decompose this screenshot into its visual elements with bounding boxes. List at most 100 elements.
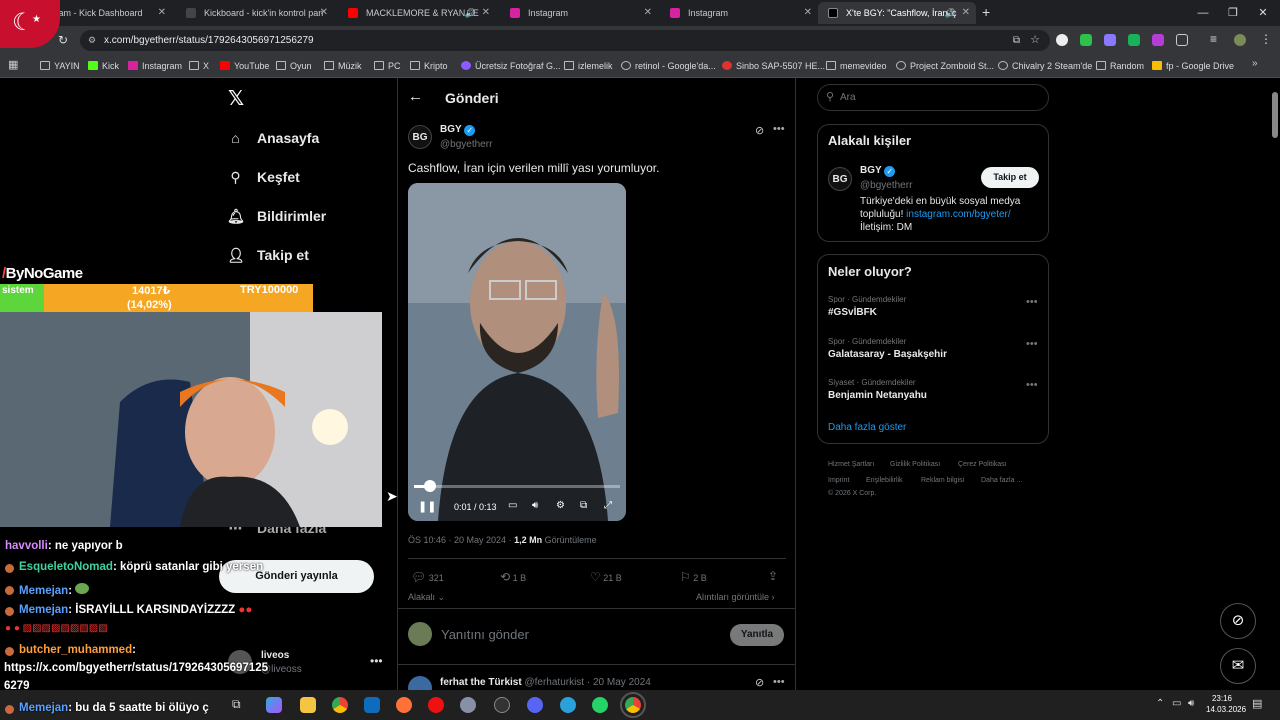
close-icon[interactable]: ✕ bbox=[962, 2, 970, 24]
relevant-name[interactable]: BGY ✓ bbox=[860, 165, 896, 177]
close-icon[interactable]: ✕ bbox=[482, 2, 490, 24]
footer-privacy[interactable]: Gizlilik Politikası bbox=[890, 461, 940, 468]
address-bar[interactable]: ⚙ x.com/bgyetherr/status/1792643056971256… bbox=[80, 30, 1050, 51]
bookmark-muzik[interactable]: Müzik bbox=[324, 59, 362, 73]
restore-button[interactable]: ❐ bbox=[1218, 0, 1248, 26]
star-icon[interactable]: ☆ bbox=[1030, 30, 1040, 51]
grok-icon[interactable]: ⊘ bbox=[755, 676, 764, 689]
telegram-icon[interactable] bbox=[560, 697, 576, 713]
messages-fab-icon[interactable]: ✉ bbox=[1220, 648, 1256, 684]
bookmark-memevideo[interactable]: memevideo bbox=[826, 59, 887, 73]
speaker-icon[interactable]: 🔊 bbox=[945, 2, 956, 24]
bookmark-retinol[interactable]: retinol - Google'da... bbox=[621, 59, 716, 73]
minimize-button[interactable]: — bbox=[1188, 0, 1218, 26]
footer-cookies[interactable]: Çerez Politikası bbox=[958, 461, 1007, 468]
search-input[interactable]: Ara bbox=[840, 92, 856, 103]
bookmark-x[interactable]: X bbox=[189, 59, 209, 73]
mail-icon[interactable] bbox=[364, 697, 380, 713]
bookmark-random[interactable]: Random bbox=[1096, 59, 1144, 73]
footer-accessibility[interactable]: Erişilebilirlik bbox=[866, 477, 903, 484]
page-scrollbar[interactable] bbox=[1272, 92, 1278, 138]
grok-icon[interactable]: ⊘ bbox=[755, 124, 764, 137]
network-icon[interactable]: ▭ bbox=[1172, 698, 1181, 709]
bio-link[interactable]: instagram.com/bgyeter/ bbox=[906, 209, 1011, 220]
chrome-icon[interactable] bbox=[332, 697, 348, 713]
shield-icon[interactable] bbox=[1128, 34, 1140, 46]
captions-icon[interactable]: ▭ bbox=[508, 500, 517, 511]
sort-dropdown[interactable]: Alakalı ⌄ bbox=[408, 592, 445, 603]
nav-explore[interactable]: ⚲ Keşfet bbox=[227, 169, 299, 186]
bookmark-instagram[interactable]: Instagram bbox=[128, 59, 182, 73]
app-icon[interactable] bbox=[266, 697, 282, 713]
trend-item[interactable]: Siyaset · Gündemdekiler Benjamin Netanyah… bbox=[828, 378, 927, 401]
bookmark-youtube[interactable]: YouTube bbox=[220, 59, 269, 73]
chevron-right-icon[interactable]: » bbox=[1252, 58, 1258, 69]
close-icon[interactable]: ✕ bbox=[320, 2, 328, 24]
nav-home[interactable]: ⌂ Anasayfa bbox=[227, 130, 319, 146]
footer-more[interactable]: Daha fazla ... bbox=[981, 477, 1022, 484]
file-explorer-icon[interactable] bbox=[300, 697, 316, 713]
apps-grid-icon[interactable]: ▦ bbox=[8, 58, 18, 71]
pip-icon[interactable]: ⧉ bbox=[580, 500, 587, 511]
relevant-avatar[interactable]: BG bbox=[828, 167, 852, 191]
reply-input[interactable]: Yanıtını gönder bbox=[441, 627, 711, 642]
bookmark-kick[interactable]: Kick bbox=[88, 59, 119, 73]
bookmark-yayin[interactable]: YAYIN bbox=[40, 59, 80, 73]
footer-terms[interactable]: Hizmet Şartları bbox=[828, 461, 874, 468]
trend-more-icon[interactable]: ••• bbox=[1026, 379, 1038, 391]
task-view-icon[interactable]: ⧉ bbox=[232, 697, 248, 713]
bookmark-foto[interactable]: Ücretsiz Fotoğraf G... bbox=[461, 59, 561, 73]
footer-ads[interactable]: Reklam bilgisi bbox=[921, 477, 964, 484]
tab-instagram-1[interactable]: Instagram ✕ bbox=[500, 2, 658, 24]
app-icon[interactable] bbox=[460, 697, 476, 713]
bookmark-drive[interactable]: fp - Google Drive bbox=[1152, 59, 1234, 73]
pause-icon[interactable]: ❚❚ bbox=[418, 500, 436, 513]
bookmark-chivalry[interactable]: Chivalry 2 Steam'de bbox=[998, 59, 1092, 73]
video-player[interactable]: ❚❚ 0:01 / 0:13 ▭ 🔊︎ ⚙ ⧉ ⤢ bbox=[408, 183, 626, 521]
trend-more-icon[interactable]: ••• bbox=[1026, 296, 1038, 308]
clock[interactable]: 23:16 14.03.2026 bbox=[1206, 693, 1246, 715]
discord-icon[interactable] bbox=[527, 697, 543, 713]
profile-avatar[interactable] bbox=[1234, 34, 1246, 46]
bookmark-oyun[interactable]: Oyun bbox=[276, 59, 312, 73]
extension-icon[interactable] bbox=[1152, 34, 1164, 46]
extension-icon[interactable] bbox=[1056, 34, 1068, 46]
trend-more-icon[interactable]: ••• bbox=[1026, 338, 1038, 350]
nav-follow[interactable]: 👤︎ Takip et bbox=[227, 247, 309, 264]
puzzle-icon[interactable] bbox=[1176, 34, 1188, 46]
close-icon[interactable]: ✕ bbox=[644, 2, 652, 24]
whatsapp-icon[interactable] bbox=[592, 697, 608, 713]
bookmark-sinbo[interactable]: Sinbo SAP-5507 HE... bbox=[722, 59, 825, 73]
x-logo-icon[interactable]: 𝕏 bbox=[228, 86, 244, 111]
chrome-active-icon[interactable] bbox=[620, 692, 646, 718]
more-options-icon[interactable]: ••• bbox=[773, 123, 785, 135]
browser-menu-icon[interactable]: ⋮ bbox=[1260, 32, 1272, 46]
reload-icon[interactable]: ↻ bbox=[58, 33, 68, 47]
back-arrow-icon[interactable]: ← bbox=[408, 88, 423, 105]
nav-notifications[interactable]: 🔔︎ Bildirimler bbox=[227, 208, 326, 225]
more-options-icon[interactable]: ••• bbox=[773, 676, 785, 688]
cast-icon[interactable]: ⧉ bbox=[1013, 30, 1020, 51]
video-progress-track[interactable] bbox=[414, 480, 620, 492]
reply-button[interactable]: Yanıtla bbox=[730, 624, 784, 646]
extension-icon[interactable] bbox=[1104, 34, 1116, 46]
settings-icon[interactable]: ⚙ bbox=[556, 500, 565, 511]
tab-youtube[interactable]: MACKLEMORE & RYAN LE 🔊 ✕ bbox=[338, 2, 496, 24]
search-box[interactable]: ⚲ Ara bbox=[817, 84, 1049, 111]
like-action[interactable]: ♡ 21 B bbox=[590, 570, 622, 584]
bookmark-izlemelik[interactable]: izlemelik bbox=[564, 59, 613, 73]
bookmark-zomboid[interactable]: Project Zomboid St... bbox=[896, 59, 994, 73]
tab-instagram-2[interactable]: Instagram ✕ bbox=[660, 2, 818, 24]
show-more-link[interactable]: Daha fazla göster bbox=[828, 422, 906, 433]
new-tab-button[interactable]: + bbox=[982, 4, 990, 20]
bookmark-kripto[interactable]: Kripto bbox=[410, 59, 448, 73]
site-info-icon[interactable]: ⚙ bbox=[88, 30, 96, 51]
tab-x-post[interactable]: X'te BGY: "Cashflow, İran iç 🔊 ✕ bbox=[818, 2, 976, 24]
bookmark-action[interactable]: ⚐ 2 B bbox=[680, 570, 707, 584]
trend-item[interactable]: Spor · Gündemdekiler Galatasaray - Başakş… bbox=[828, 337, 947, 360]
follow-button[interactable]: Takip et bbox=[981, 167, 1039, 188]
obs-icon[interactable] bbox=[494, 697, 510, 713]
fullscreen-icon[interactable]: ⤢ bbox=[604, 500, 612, 511]
author-avatar[interactable]: BG bbox=[408, 125, 432, 149]
view-quotes-link[interactable]: Alıntıları görüntüle › bbox=[696, 592, 775, 602]
